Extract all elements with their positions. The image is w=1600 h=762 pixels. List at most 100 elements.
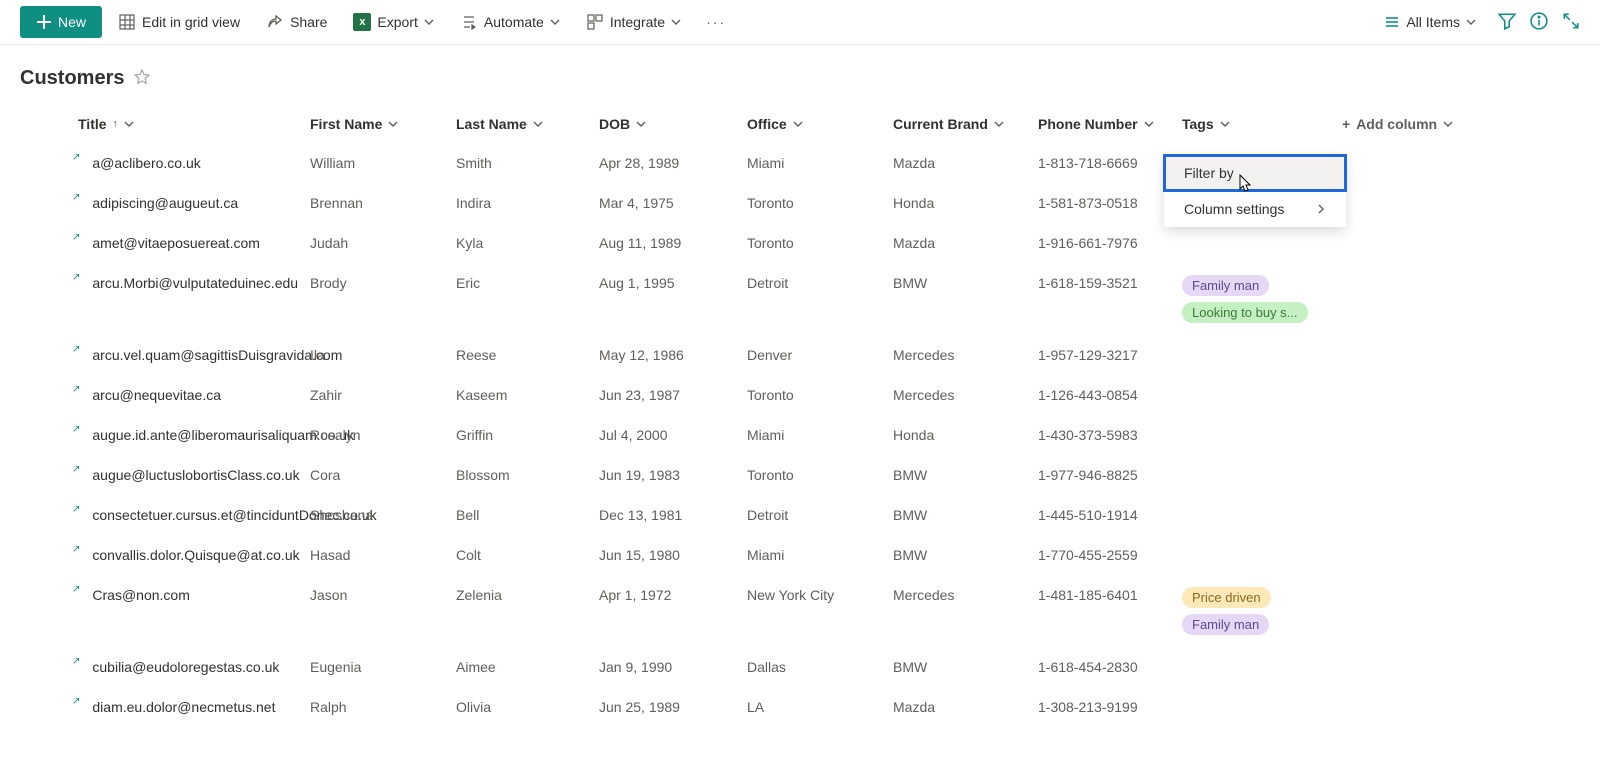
expand-icon[interactable] [1562, 12, 1580, 33]
first-name-cell: Ila [310, 347, 325, 363]
col-header-brand[interactable]: Current Brand [893, 116, 1004, 132]
add-column-button[interactable]: + Add column [1342, 116, 1453, 132]
title-cell[interactable]: augue@luctuslobortisClass.co.uk [92, 467, 299, 483]
brand-cell: BMW [893, 275, 927, 291]
link-icon: ↗ [72, 696, 80, 707]
title-cell[interactable]: amet@vitaeposuereat.com [92, 235, 260, 251]
chevron-down-icon [994, 119, 1004, 129]
more-button[interactable]: ··· [697, 7, 735, 37]
col-header-office[interactable]: Office [747, 116, 803, 132]
phone-cell: 1-618-454-2830 [1038, 659, 1138, 675]
table-row[interactable]: ↗diam.eu.dolor@necmetus.netRalphOliviaJu… [0, 687, 1600, 727]
table-row[interactable]: ↗augue.id.ante@liberomaurisaliquam.co.uk… [0, 415, 1600, 455]
brand-cell: Mercedes [893, 347, 954, 363]
filter-icon[interactable] [1498, 12, 1516, 33]
brand-cell: Mazda [893, 155, 935, 171]
title-cell[interactable]: cubilia@eudoloregestas.co.uk [92, 659, 279, 675]
phone-cell: 1-770-455-2559 [1038, 547, 1138, 563]
list-title: Customers [20, 67, 124, 90]
title-cell[interactable]: adipiscing@augueut.ca [92, 195, 238, 211]
table-row[interactable]: ↗cubilia@eudoloregestas.co.ukEugeniaAime… [0, 647, 1600, 687]
integrate-label: Integrate [610, 14, 665, 30]
link-icon: ↗ [72, 344, 80, 355]
menu-column-settings[interactable]: Column settings [1164, 191, 1346, 227]
automate-button[interactable]: Automate [450, 7, 570, 37]
title-cell[interactable]: arcu.vel.quam@sagittisDuisgravida.com [92, 347, 342, 363]
col-header-tags[interactable]: Tags [1182, 116, 1230, 132]
table-row[interactable]: ↗Cras@non.comJasonZeleniaApr 1, 1972New … [0, 575, 1600, 647]
table-row[interactable]: ↗amet@vitaeposuereat.comJudahKylaAug 11,… [0, 223, 1600, 263]
more-icon: ··· [707, 13, 725, 31]
office-cell: New York City [747, 587, 834, 603]
dob-cell: Jun 25, 1989 [599, 699, 680, 715]
brand-cell: BMW [893, 507, 927, 523]
tag-pill[interactable]: Family man [1182, 614, 1269, 635]
title-cell[interactable]: arcu.Morbi@vulputateduinec.edu [92, 275, 298, 291]
col-header-last-name[interactable]: Last Name [456, 116, 543, 132]
link-icon: ↗ [72, 424, 80, 435]
grid-icon [118, 13, 136, 31]
column-menu: Filter byColumn settings [1164, 155, 1346, 227]
new-button-label: New [58, 14, 86, 30]
col-header-phone[interactable]: Phone Number [1038, 116, 1154, 132]
dob-cell: Mar 4, 1975 [599, 195, 674, 211]
col-header-dob[interactable]: DOB [599, 116, 646, 132]
tag-pill[interactable]: Price driven [1182, 587, 1271, 608]
last-name-cell: Bell [456, 507, 479, 523]
dob-cell: Jun 19, 1983 [599, 467, 680, 483]
export-button[interactable]: x Export [343, 7, 443, 37]
view-selector[interactable]: All Items [1376, 10, 1484, 34]
title-cell[interactable]: arcu@nequevitae.ca [92, 387, 221, 403]
last-name-cell: Indira [456, 195, 491, 211]
office-cell: Toronto [747, 467, 794, 483]
link-icon: ↗ [72, 192, 80, 203]
chevron-right-icon [1316, 204, 1326, 214]
chevron-down-icon [533, 119, 543, 129]
share-button[interactable]: Share [256, 7, 337, 37]
integrate-button[interactable]: Integrate [576, 7, 691, 37]
brand-cell: Honda [893, 195, 934, 211]
title-cell[interactable]: Cras@non.com [92, 587, 189, 603]
table-row[interactable]: ↗arcu.Morbi@vulputateduinec.eduBrodyEric… [0, 263, 1600, 335]
phone-cell: 1-445-510-1914 [1038, 507, 1138, 523]
title-cell[interactable]: a@aclibero.co.uk [92, 155, 200, 171]
tag-pill[interactable]: Family man [1182, 275, 1269, 296]
office-cell: Toronto [747, 235, 794, 251]
table-row[interactable]: ↗consectetuer.cursus.et@tinciduntDonec.c… [0, 495, 1600, 535]
list-title-row: Customers [0, 45, 1600, 96]
col-header-first-name[interactable]: First Name [310, 116, 398, 132]
table-row[interactable]: ↗augue@luctuslobortisClass.co.ukCoraBlos… [0, 455, 1600, 495]
dob-cell: Apr 1, 1972 [599, 587, 671, 603]
last-name-cell: Reese [456, 347, 496, 363]
new-button[interactable]: New [20, 6, 102, 38]
title-cell[interactable]: convallis.dolor.Quisque@at.co.uk [92, 547, 299, 563]
dob-cell: Jun 23, 1987 [599, 387, 680, 403]
table-row[interactable]: ↗a@aclibero.co.ukWilliamSmithApr 28, 198… [0, 143, 1600, 183]
last-name-cell: Smith [456, 155, 492, 171]
chevron-down-icon [124, 119, 134, 129]
menu-filter-by[interactable]: Filter by [1164, 155, 1346, 191]
brand-cell: Mazda [893, 235, 935, 251]
tag-pill[interactable]: Looking to buy s... [1182, 302, 1308, 323]
edit-grid-button[interactable]: Edit in grid view [108, 7, 250, 37]
plus-icon [36, 14, 52, 30]
dob-cell: Dec 13, 1981 [599, 507, 682, 523]
link-icon: ↗ [72, 272, 80, 283]
chevron-down-icon [793, 119, 803, 129]
favorite-icon[interactable] [134, 69, 150, 88]
chevron-down-icon [550, 17, 560, 27]
first-name-cell: Brennan [310, 195, 363, 211]
office-cell: Miami [747, 155, 784, 171]
office-cell: Miami [747, 427, 784, 443]
last-name-cell: Blossom [456, 467, 510, 483]
tags-cell: Price driven Family man [1182, 587, 1342, 635]
phone-cell: 1-916-661-7976 [1038, 235, 1138, 251]
table-row[interactable]: ↗convallis.dolor.Quisque@at.co.ukHasadCo… [0, 535, 1600, 575]
info-icon[interactable] [1530, 12, 1548, 33]
table-row[interactable]: ↗ adipiscing@augueut.ca Brennan Indira Mar 4… [0, 183, 1600, 223]
table-row[interactable]: ↗arcu@nequevitae.caZahirKaseemJun 23, 19… [0, 375, 1600, 415]
col-header-title[interactable]: Title ↑ [78, 116, 134, 132]
title-cell[interactable]: diam.eu.dolor@necmetus.net [92, 699, 275, 715]
first-name-cell: Jason [310, 587, 347, 603]
table-row[interactable]: ↗ arcu.vel.quam@sagittisDuisgravida.comIl… [0, 335, 1600, 375]
